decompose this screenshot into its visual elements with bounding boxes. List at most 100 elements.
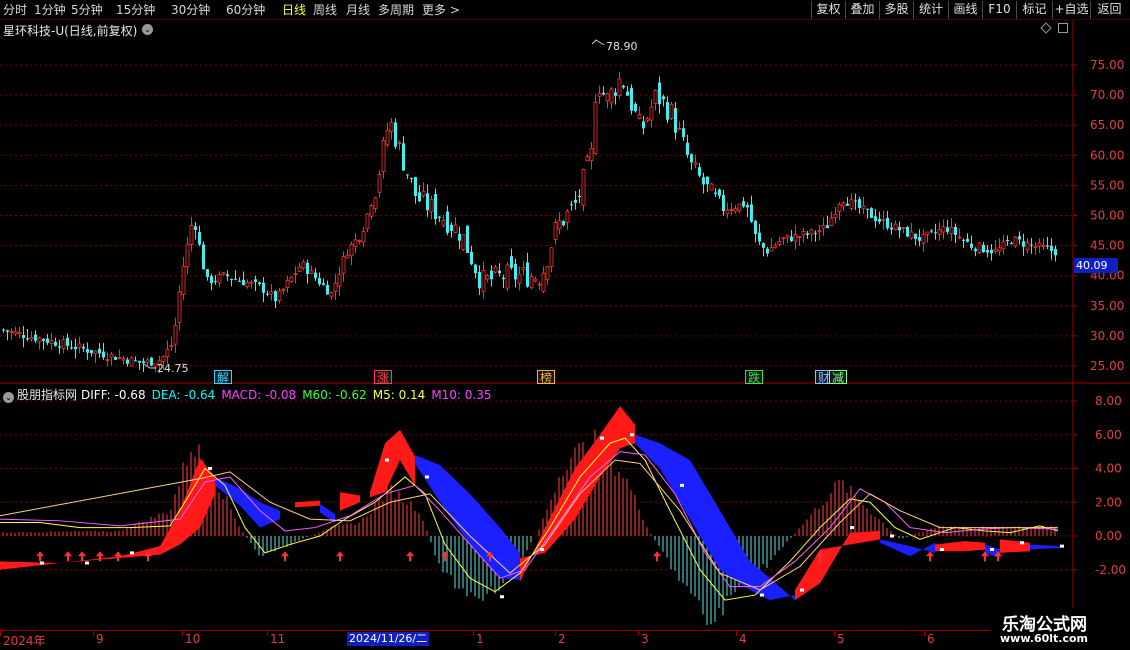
- candle-body: [217, 274, 222, 284]
- candle-body: [557, 220, 562, 230]
- candle-body: [630, 87, 633, 111]
- candle-body: [693, 162, 698, 165]
- event-tag-limit-down[interactable]: 跌: [745, 370, 764, 385]
- candle-body: [901, 227, 906, 230]
- candle-body: [82, 346, 85, 349]
- candle-body: [1037, 242, 1042, 247]
- candle-body: [626, 91, 629, 96]
- chevron-down-icon[interactable]: ⌄: [3, 392, 14, 403]
- candle-body: [949, 226, 954, 234]
- candle-body: [562, 221, 565, 226]
- candle-body: [109, 353, 114, 358]
- candle-body: [333, 282, 338, 292]
- candle-body: [98, 348, 101, 354]
- candle-body: [886, 217, 889, 229]
- ribbon-red: [520, 406, 635, 582]
- candle-body: [337, 274, 342, 287]
- event-tag-unlock[interactable]: 解: [214, 370, 233, 385]
- indicator-axis-label: -2.00: [1095, 563, 1126, 577]
- candle-body: [962, 239, 965, 241]
- candle-body: [758, 232, 761, 242]
- candle-body: [570, 204, 573, 206]
- signal-dot: [680, 483, 684, 487]
- signal-dot: [425, 475, 429, 479]
- candle-body: [54, 341, 57, 346]
- candle-body: [9, 330, 14, 333]
- price-axis-label: 45.00: [1090, 239, 1124, 253]
- candle-body: [34, 334, 37, 341]
- watermark-url: www.60lt.com: [1000, 632, 1089, 645]
- candle-body: [637, 114, 642, 120]
- candle-body: [986, 250, 989, 253]
- candle-body: [714, 192, 717, 195]
- candle-body: [181, 265, 186, 295]
- candle-body: [121, 358, 126, 361]
- candle-body: [858, 199, 861, 208]
- candle-body: [410, 177, 413, 179]
- candle-body: [498, 270, 501, 274]
- candle-body: [173, 324, 178, 345]
- candle-body: [966, 238, 969, 242]
- candle-body: [634, 103, 637, 112]
- candle-body: [722, 195, 725, 212]
- candle-body: [658, 82, 661, 105]
- candle-body: [353, 239, 358, 247]
- candle-body: [281, 288, 286, 291]
- low-marker-label: 24.75: [157, 362, 189, 375]
- candle-body: [269, 291, 274, 295]
- candle-body: [565, 210, 570, 223]
- event-tag-reduction[interactable]: 减: [829, 370, 848, 385]
- candle-body: [946, 227, 949, 232]
- candle-body: [549, 247, 554, 267]
- date-tick: 2: [555, 631, 566, 646]
- candle-body: [593, 102, 598, 155]
- candle-body: [662, 96, 665, 100]
- candle-body: [493, 266, 498, 273]
- signal-dot: [940, 548, 944, 551]
- candle-body: [2, 329, 5, 331]
- candle-body: [478, 272, 481, 289]
- candle-body: [361, 231, 366, 243]
- candle-body: [1018, 236, 1021, 240]
- candle-body: [957, 236, 962, 239]
- dea-value: DEA: -0.64: [151, 388, 216, 402]
- candle-body: [514, 264, 517, 280]
- candle-body: [814, 232, 817, 234]
- candle-body: [698, 167, 701, 176]
- candle-body: [674, 108, 677, 133]
- candle-body: [709, 183, 714, 191]
- candle-body: [785, 234, 790, 238]
- candle-body: [574, 199, 577, 203]
- candle-body: [1041, 245, 1046, 248]
- candle-body: [341, 256, 346, 274]
- candle-body: [1010, 243, 1013, 245]
- event-tag-ranking[interactable]: 榜: [537, 370, 556, 385]
- candle-body: [185, 243, 190, 268]
- candle-body: [769, 247, 774, 252]
- candle-body: [890, 227, 893, 230]
- event-tag-limit-up[interactable]: 涨: [374, 370, 393, 385]
- macd-value: MACD: -0.08: [221, 388, 297, 402]
- signal-dot: [990, 548, 994, 551]
- candle-body: [833, 213, 838, 218]
- candle-body: [806, 233, 809, 235]
- candle-body: [750, 204, 753, 222]
- date-axis: 2024年 9 10 11 1 2 3 4 5 6 2024/11/26/二: [0, 630, 1075, 648]
- candle-body: [914, 233, 917, 239]
- signal-dot: [630, 433, 634, 437]
- date-tick: 2024年: [0, 631, 46, 648]
- indicator-axis-label: 2.00: [1095, 495, 1122, 509]
- candle-body: [134, 360, 137, 362]
- candle-body: [605, 93, 610, 102]
- candle-body: [357, 240, 362, 243]
- candle-body: [666, 102, 669, 120]
- watermark: 乐淘公式网 www.60lt.com: [990, 608, 1130, 650]
- candle-body: [458, 233, 461, 241]
- candle-body: [434, 194, 437, 220]
- chart-canvas[interactable]: 75.00 70.00 65.00 60.00 55.00 50.00 45.00 4 0.00…: [0, 0, 1130, 650]
- candle-body: [642, 121, 645, 129]
- signal-dot: [385, 458, 389, 462]
- candle-body: [733, 208, 738, 212]
- candle-body: [893, 223, 898, 231]
- candle-body: [1030, 244, 1033, 246]
